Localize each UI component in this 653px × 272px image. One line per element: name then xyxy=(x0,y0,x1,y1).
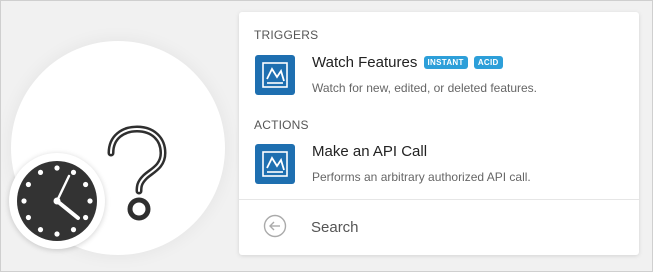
search-row[interactable]: Search xyxy=(239,200,639,255)
app-logo-icon xyxy=(255,55,295,95)
instant-badge: INSTANT xyxy=(423,56,468,69)
module-description: Watch for new, edited, or deleted featur… xyxy=(312,81,538,95)
clock-face xyxy=(17,161,97,241)
module-title: Watch Features INSTANT ACID xyxy=(312,54,503,71)
question-mark-icon xyxy=(107,125,167,221)
back-arrow-icon[interactable] xyxy=(263,214,287,238)
module-item-make-api-call[interactable]: Make an API Call Performs an arbitrary a… xyxy=(239,139,639,199)
module-title: Make an API Call xyxy=(312,143,428,160)
module-title-text: Watch Features xyxy=(312,54,418,71)
module-picker: TRIGGERS Watch Features INSTANT ACID Wat… xyxy=(0,0,653,272)
module-item-watch-features[interactable]: Watch Features INSTANT ACID Watch for ne… xyxy=(239,50,639,110)
acid-badge: ACID xyxy=(473,56,503,69)
module-description: Performs an arbitrary authorized API cal… xyxy=(312,170,531,184)
search-label[interactable]: Search xyxy=(311,219,359,236)
triggers-header: TRIGGERS xyxy=(254,28,319,42)
clock-icon[interactable] xyxy=(9,153,105,249)
app-logo-icon xyxy=(255,144,295,184)
module-list-panel: TRIGGERS Watch Features INSTANT ACID Wat… xyxy=(239,12,639,255)
actions-header: ACTIONS xyxy=(254,118,309,132)
